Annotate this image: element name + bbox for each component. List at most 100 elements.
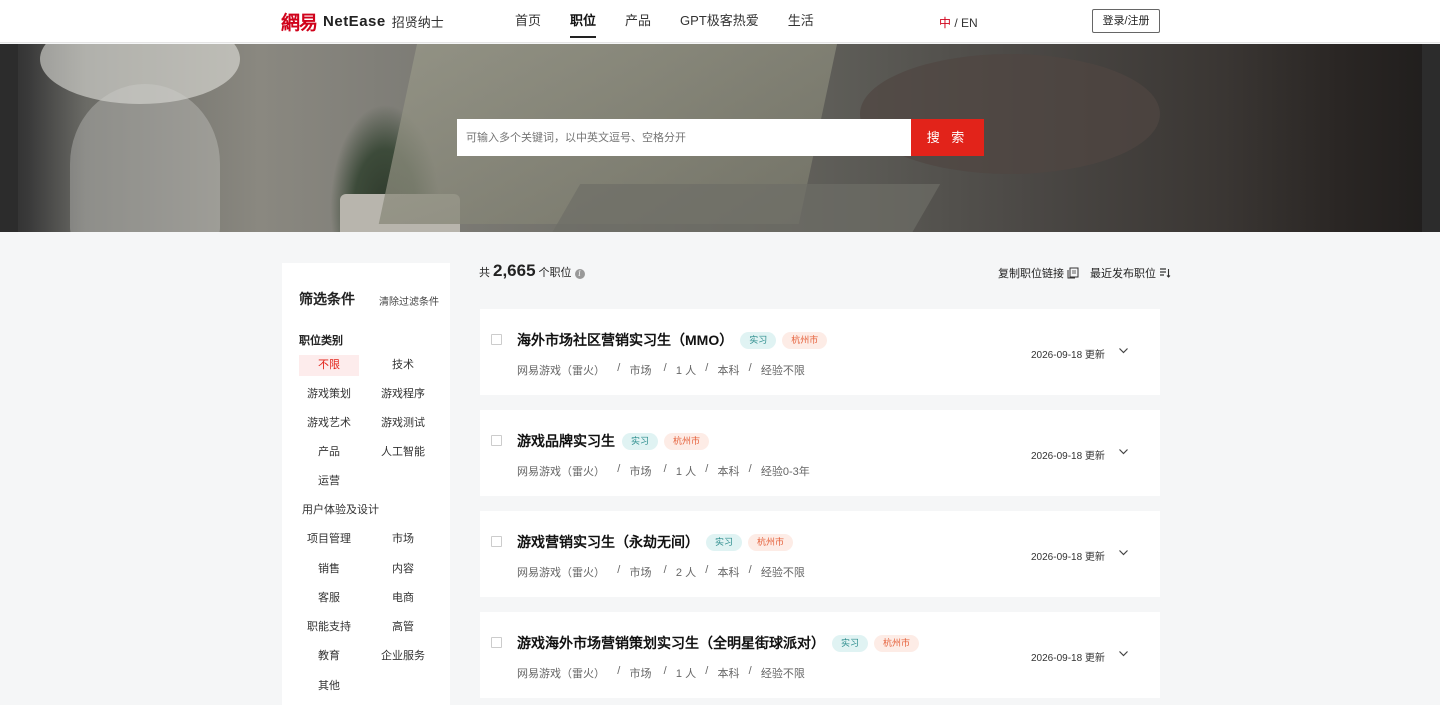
chevron-down-icon[interactable] — [1118, 648, 1129, 659]
job-title-row: 游戏品牌实习生 实习 杭州市 — [517, 431, 710, 451]
job-checkbox[interactable] — [491, 334, 502, 345]
job-company: 网易游戏（雷火） — [517, 466, 605, 478]
category-game-design[interactable]: 游戏策划 — [299, 384, 359, 405]
job-title[interactable]: 游戏品牌实习生 — [517, 431, 615, 451]
nav-products[interactable]: 产品 — [614, 0, 662, 43]
job-checkbox[interactable] — [491, 435, 502, 446]
banner-vase-decoration — [70, 84, 220, 232]
category-enterprise-services[interactable]: 企业服务 — [373, 646, 433, 667]
banner-keyboard-decoration — [539, 184, 941, 232]
job-type-tag: 实习 — [622, 432, 659, 450]
result-tools: 复制职位链接 最近发布职位 — [998, 265, 1171, 281]
job-experience: 经验不限 — [760, 668, 805, 680]
nav-gpt[interactable]: GPT极客热爱 — [669, 0, 770, 43]
job-title[interactable]: 海外市场社区营销实习生（MMO） — [517, 330, 733, 350]
category-support[interactable]: 职能支持 — [299, 617, 359, 638]
search-button[interactable]: 搜 索 — [911, 119, 984, 156]
count-prefix: 共 — [479, 267, 490, 279]
job-city-tag: 杭州市 — [874, 634, 920, 652]
filter-panel: 筛选条件 清除过滤条件 职位类别 不限 技术 游戏策划 游戏程序 游戏艺术 游戏… — [282, 263, 450, 705]
job-experience: 经验不限 — [760, 567, 805, 579]
meta-separator: / — [739, 463, 761, 475]
hero-banner: 搜 索 — [0, 44, 1440, 232]
job-education: 本科 — [717, 668, 740, 680]
category-marketing[interactable]: 市场 — [373, 529, 433, 550]
job-checkbox[interactable] — [491, 637, 502, 648]
lang-en[interactable]: EN — [961, 16, 978, 30]
chevron-down-icon[interactable] — [1118, 345, 1129, 356]
category-customer-service[interactable]: 客服 — [299, 588, 359, 609]
category-executive[interactable]: 高管 — [373, 617, 433, 638]
job-card[interactable]: 海外市场社区营销实习生（MMO） 实习 杭州市 网易游戏（雷火） / 市场 / … — [480, 309, 1160, 395]
count-number: 2,665 — [493, 261, 536, 280]
count-suffix: 个职位 — [538, 267, 572, 279]
logo-english: NetEase — [323, 12, 386, 30]
job-category: 市场 — [629, 466, 652, 478]
sort-label: 最近发布职位 — [1090, 268, 1156, 280]
banner-edge-right — [1422, 44, 1440, 232]
chevron-down-icon[interactable] — [1118, 446, 1129, 457]
category-title: 职位类别 — [299, 335, 343, 347]
job-category: 市场 — [629, 567, 652, 579]
meta-separator: / — [651, 665, 676, 677]
category-all[interactable]: 不限 — [299, 355, 359, 376]
category-game-art[interactable]: 游戏艺术 — [299, 413, 359, 434]
main-nav: 首页 职位 产品 GPT极客热爱 生活 — [504, 0, 832, 43]
job-education: 本科 — [717, 466, 740, 478]
job-card[interactable]: 游戏海外市场营销策划实习生（全明星街球派对） 实习 杭州市 网易游戏（雷火） /… — [480, 612, 1160, 698]
job-company: 网易游戏（雷火） — [517, 668, 605, 680]
job-meta: 网易游戏（雷火） / 市场 / 1 人 / 本科 / 经验0-3年 — [517, 463, 810, 479]
chevron-down-icon[interactable] — [1118, 547, 1129, 558]
info-icon[interactable]: i — [574, 269, 585, 279]
meta-separator: / — [651, 362, 676, 374]
category-product[interactable]: 产品 — [299, 442, 359, 463]
category-other[interactable]: 其他 — [299, 676, 359, 697]
job-city-tag: 杭州市 — [782, 331, 828, 349]
job-company: 网易游戏（雷火） — [517, 567, 605, 579]
login-button[interactable]: 登录/注册 — [1092, 9, 1160, 33]
netease-logo[interactable]: 網易 NetEase 招贤纳士 — [281, 8, 444, 34]
copy-link-button[interactable]: 复制职位链接 — [998, 265, 1079, 281]
banner-edge-left — [0, 44, 18, 232]
category-operations[interactable]: 运营 — [299, 471, 359, 492]
job-city-tag: 杭州市 — [664, 432, 710, 450]
meta-separator: / — [739, 362, 761, 374]
search-input[interactable] — [457, 119, 911, 156]
nav-jobs[interactable]: 职位 — [559, 0, 607, 43]
meta-separator: / — [605, 362, 630, 374]
nav-home[interactable]: 首页 — [504, 0, 552, 43]
sort-icon — [1160, 268, 1171, 278]
job-updated-date: 2026-09-18 更新 — [1031, 653, 1105, 664]
category-content[interactable]: 内容 — [373, 559, 433, 580]
job-card[interactable]: 游戏营销实习生（永劫无间） 实习 杭州市 网易游戏（雷火） / 市场 / 2 人… — [480, 511, 1160, 597]
category-ux-design[interactable]: 用户体验及设计 — [299, 500, 389, 521]
category-ecommerce[interactable]: 电商 — [373, 588, 433, 609]
job-checkbox[interactable] — [491, 536, 502, 547]
category-game-testing[interactable]: 游戏测试 — [373, 413, 433, 434]
meta-separator: / — [739, 564, 761, 576]
job-type-tag: 实习 — [832, 634, 869, 652]
logo-chinese: 網易 — [281, 11, 318, 34]
category-sales[interactable]: 销售 — [299, 559, 359, 580]
job-category: 市场 — [629, 365, 652, 377]
job-meta: 网易游戏（雷火） / 市场 / 1 人 / 本科 / 经验不限 — [517, 362, 805, 378]
category-game-programming[interactable]: 游戏程序 — [373, 384, 433, 405]
lang-separator: / — [951, 16, 962, 30]
job-updated-date: 2026-09-18 更新 — [1031, 552, 1105, 563]
category-education[interactable]: 教育 — [299, 646, 359, 667]
lang-zh[interactable]: 中 — [939, 16, 951, 30]
job-education: 本科 — [717, 365, 740, 377]
nav-life[interactable]: 生活 — [777, 0, 825, 43]
job-card[interactable]: 游戏品牌实习生 实习 杭州市 网易游戏（雷火） / 市场 / 1 人 / 本科 … — [480, 410, 1160, 496]
job-category: 市场 — [629, 668, 652, 680]
category-tech[interactable]: 技术 — [373, 355, 433, 376]
category-ai[interactable]: 人工智能 — [373, 442, 433, 463]
job-title[interactable]: 游戏海外市场营销策划实习生（全明星街球派对） — [517, 633, 825, 653]
meta-separator: / — [696, 463, 718, 475]
sort-button[interactable]: 最近发布职位 — [1090, 265, 1171, 281]
category-project-management[interactable]: 项目管理 — [299, 529, 359, 550]
meta-separator: / — [651, 463, 676, 475]
job-city-tag: 杭州市 — [748, 533, 794, 551]
job-title[interactable]: 游戏营销实习生（永劫无间） — [517, 532, 699, 552]
clear-filters-link[interactable]: 清除过滤条件 — [379, 293, 439, 308]
